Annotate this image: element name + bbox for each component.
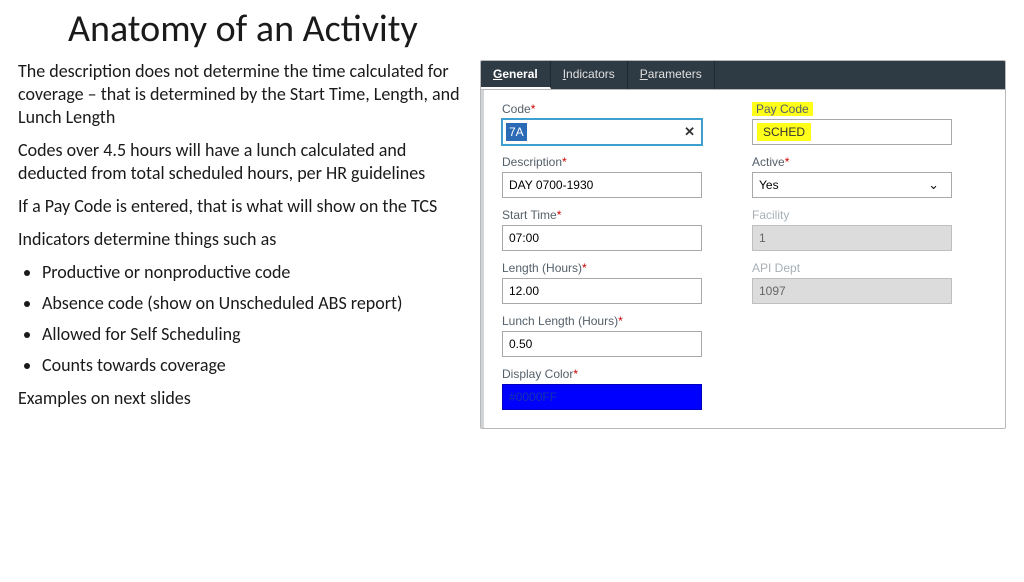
tabs-bar: General Indicators Parameters — [481, 61, 1005, 90]
facility-input — [752, 225, 952, 251]
pay-code-label: Pay Code — [752, 102, 989, 116]
display-color-label: Display Color* — [502, 367, 722, 381]
code-label: Code* — [502, 102, 722, 116]
tab-general[interactable]: General — [481, 61, 551, 89]
length-label: Length (Hours)* — [502, 261, 722, 275]
facility-label: Facility — [752, 208, 989, 222]
api-dept-label: API Dept — [752, 261, 989, 275]
para-4: Indicators determine things such as — [18, 228, 468, 251]
code-input[interactable]: 7A ✕ — [502, 119, 702, 145]
tab-indicators[interactable]: Indicators — [551, 61, 628, 89]
code-value: 7A — [506, 123, 527, 141]
tab-parameters[interactable]: Parameters — [628, 61, 715, 89]
bullet-absence: Absence code (show on Unscheduled ABS re… — [42, 292, 468, 315]
lunch-length-label: Lunch Length (Hours)* — [502, 314, 722, 328]
length-input[interactable] — [502, 278, 702, 304]
chevron-down-icon: ⌄ — [928, 177, 939, 193]
active-label: Active* — [752, 155, 989, 169]
para-2: Codes over 4.5 hours will have a lunch c… — [18, 139, 468, 185]
active-select[interactable]: Yes ⌄ — [752, 172, 952, 198]
api-dept-input — [752, 278, 952, 304]
page-title: Anatomy of an Activity — [68, 6, 1006, 52]
para-5: Examples on next slides — [18, 387, 468, 410]
bullet-coverage: Counts towards coverage — [42, 354, 468, 377]
para-1: The description does not determine the t… — [18, 60, 468, 129]
description-input[interactable] — [502, 172, 702, 198]
start-time-label: Start Time* — [502, 208, 722, 222]
description-text: The description does not determine the t… — [18, 60, 468, 429]
pay-code-input[interactable]: SCHED — [752, 119, 952, 145]
bullet-self-scheduling: Allowed for Self Scheduling — [42, 323, 468, 346]
pay-code-value: SCHED — [757, 123, 811, 141]
bullet-productive: Productive or nonproductive code — [42, 261, 468, 284]
start-time-input[interactable] — [502, 225, 702, 251]
activity-form-panel: General Indicators Parameters Code* 7A ✕ — [480, 60, 1006, 429]
active-value: Yes — [759, 178, 779, 192]
display-color-input[interactable] — [502, 384, 702, 410]
lunch-length-input[interactable] — [502, 331, 702, 357]
clear-icon[interactable]: ✕ — [684, 124, 695, 140]
description-label: Description* — [502, 155, 722, 169]
para-3: If a Pay Code is entered, that is what w… — [18, 195, 468, 218]
